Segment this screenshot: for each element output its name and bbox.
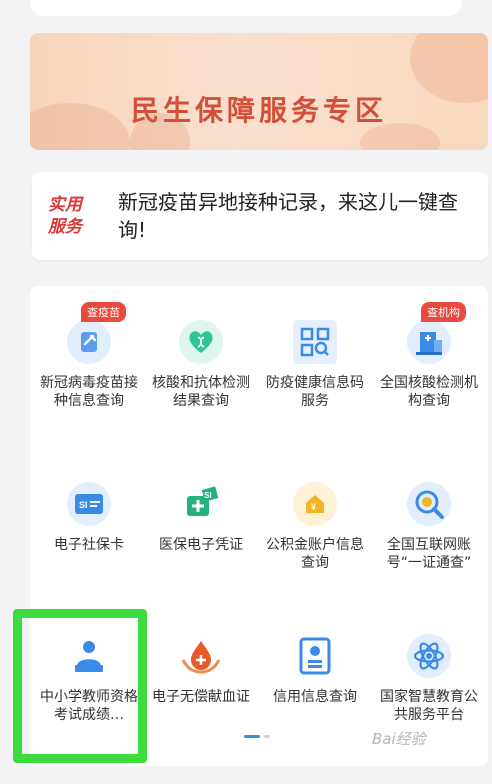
notice-tag: 实用 服务: [48, 194, 92, 238]
service-blood-donation[interactable]: 电子无偿献血证: [144, 634, 258, 706]
service-test-institution[interactable]: 查机构 全国核酸检测机构查询: [372, 302, 486, 410]
service-label: 全国核酸检测机构查询: [380, 375, 478, 409]
service-label: 核酸和抗体检测结果查询: [152, 375, 250, 409]
credit-card-icon: [293, 634, 337, 678]
qr-code-icon: [293, 320, 337, 364]
hospital-icon: 查机构: [407, 302, 466, 364]
service-label: 新冠病毒疫苗接种信息查询: [40, 375, 138, 409]
service-label: 全国互联网账号“一证通查”: [386, 537, 472, 571]
service-label: 国家智慧教育公共服务平台: [380, 689, 478, 723]
syringe-icon: 查疫苗: [67, 302, 126, 364]
service-label: 防疫健康信息码服务: [266, 375, 364, 409]
magnifier-id-icon: [407, 482, 451, 526]
service-label: 医保电子凭证: [159, 537, 243, 553]
blood-drop-icon: [179, 634, 223, 678]
service-nucleic-test[interactable]: 核酸和抗体检测结果查询: [144, 320, 258, 410]
svg-text:SI: SI: [204, 491, 212, 500]
atom-icon: [407, 634, 451, 678]
svg-text:¥: ¥: [311, 502, 316, 512]
service-health-code[interactable]: 防疫健康信息码服务: [258, 320, 372, 410]
banner-carousel[interactable]: 民生保障服务专区: [30, 33, 488, 150]
service-vaccine-record[interactable]: 查疫苗 新冠病毒疫苗接种信息查询: [32, 302, 146, 410]
dna-heart-icon: [179, 320, 223, 364]
si-card-icon: SI: [67, 482, 111, 526]
housing-fund-icon: ¥: [293, 482, 337, 526]
service-label: 电子无偿献血证: [152, 689, 250, 705]
medical-insurance-icon: SI: [179, 482, 223, 526]
badge-vaccine: 查疫苗: [81, 302, 126, 322]
service-label: 电子社保卡: [54, 537, 124, 553]
service-social-security-card[interactable]: SI 电子社保卡: [32, 482, 146, 554]
service-label: 信用信息查询: [273, 689, 357, 705]
previous-card: [30, 0, 462, 16]
service-education-platform[interactable]: 国家智慧教育公共服务平台: [372, 634, 486, 724]
notice-text: 新冠疫苗异地接种记录，来这儿一键查询!: [118, 190, 458, 242]
service-label: 公积金账户信息查询: [266, 537, 364, 571]
service-credit-info[interactable]: 信用信息查询: [258, 634, 372, 706]
svg-text:SI: SI: [79, 500, 88, 510]
watermark: Bai经验: [372, 730, 426, 748]
pager-dot-active: [244, 735, 260, 738]
notice-tag-line1: 实用: [48, 195, 82, 215]
notice-card[interactable]: 实用 服务 新冠疫苗异地接种记录，来这儿一键查询!: [32, 172, 488, 260]
notice-tag-line2: 服务: [48, 217, 82, 237]
badge-institution: 查机构: [421, 302, 466, 322]
service-medical-insurance[interactable]: SI 医保电子凭证: [144, 482, 258, 554]
banner-title: 民生保障服务专区: [130, 94, 387, 127]
pager-dot: [264, 735, 270, 738]
service-id-check[interactable]: 全国互联网账号“一证通查”: [372, 482, 486, 572]
highlight-box: [13, 609, 147, 763]
service-housing-fund[interactable]: ¥ 公积金账户信息查询: [258, 482, 372, 572]
service-grid-pagination: [244, 735, 270, 738]
